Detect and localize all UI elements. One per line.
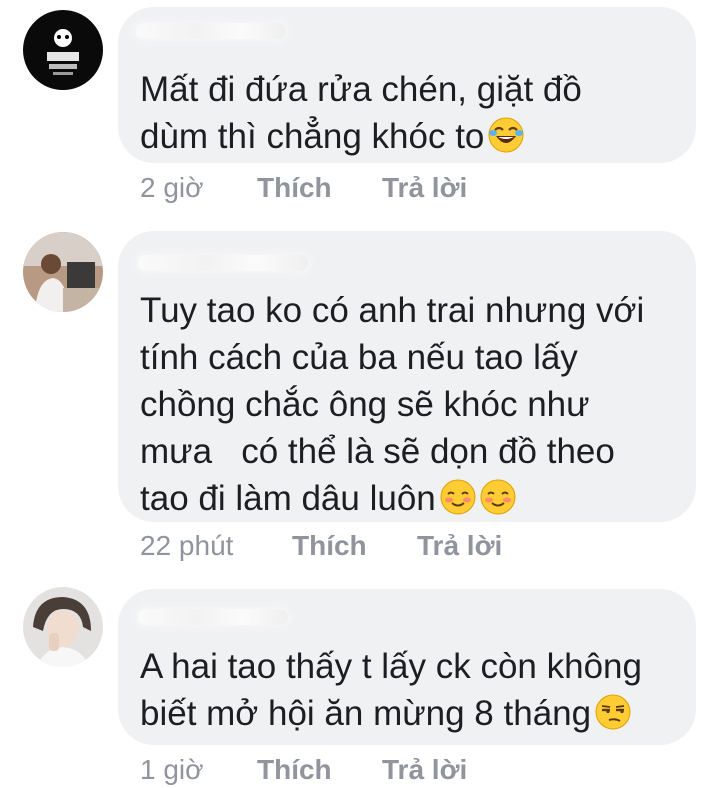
- comment-line: Tuy tao ko có anh trai nhưng với: [140, 291, 645, 330]
- comment-line: chồng chắc ông sẽ khóc như: [140, 385, 590, 424]
- comment-bubble: A hai tao thấy t lấy ck còn không biết mở…: [118, 589, 696, 745]
- reply-button[interactable]: Trả lời: [382, 172, 467, 204]
- avatar[interactable]: [23, 587, 103, 667]
- comment-bubble: Tuy tao ko có anh trai nhưng với tính các…: [118, 231, 696, 522]
- author-name-redacted[interactable]: [136, 23, 286, 39]
- like-button[interactable]: Thích: [257, 172, 332, 204]
- comment-text: A hai tao thấy t lấy ck còn không biết mở…: [140, 643, 676, 737]
- unamused-emoji-icon: [595, 694, 631, 730]
- comment-line: tính cách của ba nếu tao lấy: [140, 338, 578, 377]
- author-name-redacted[interactable]: [138, 609, 288, 625]
- avatar[interactable]: [23, 10, 103, 90]
- comment-timestamp[interactable]: 1 giờ: [140, 754, 204, 786]
- comment-line: tao đi làm dâu luôn: [140, 475, 676, 522]
- avatar-image: [23, 10, 103, 90]
- comment-line: biết mở hội ăn mừng 8 tháng: [140, 690, 676, 737]
- comment-text: Tuy tao ko có anh trai nhưng với tính các…: [140, 287, 676, 522]
- comment-actions: 2 giờ Thích Trả lời: [140, 172, 700, 208]
- like-button[interactable]: Thích: [257, 754, 332, 786]
- laughing-tears-emoji-icon: [488, 117, 524, 153]
- reply-button[interactable]: Trả lời: [417, 530, 502, 562]
- comment-timestamp[interactable]: 22 phút: [140, 530, 233, 562]
- author-name-redacted[interactable]: [138, 255, 308, 271]
- comment-actions: 22 phút Thích Trả lời: [140, 530, 700, 566]
- comment-line: A hai tao thấy t lấy ck còn không: [140, 647, 642, 686]
- avatar-image: [23, 587, 103, 667]
- comment-bubble: Mất đi đứa rửa chén, giặt đồ dùm thì chẳn…: [118, 7, 696, 163]
- smiling-blush-emoji-icon: [480, 479, 516, 515]
- like-button[interactable]: Thích: [292, 530, 367, 562]
- comment-line: dùm thì chẳng khóc to: [140, 113, 676, 160]
- reply-button[interactable]: Trả lời: [382, 754, 467, 786]
- avatar[interactable]: [23, 232, 103, 312]
- smiling-blush-emoji-icon: [440, 479, 476, 515]
- comment-line: Mất đi đứa rửa chén, giặt đồ: [140, 70, 582, 109]
- comment-actions: 1 giờ Thích Trả lời: [140, 754, 700, 788]
- comment-timestamp[interactable]: 2 giờ: [140, 172, 204, 204]
- comment-text: Mất đi đứa rửa chén, giặt đồ dùm thì chẳn…: [140, 66, 676, 160]
- comment-line: mưa có thể là sẽ dọn đồ theo: [140, 432, 615, 471]
- avatar-image: [23, 232, 103, 312]
